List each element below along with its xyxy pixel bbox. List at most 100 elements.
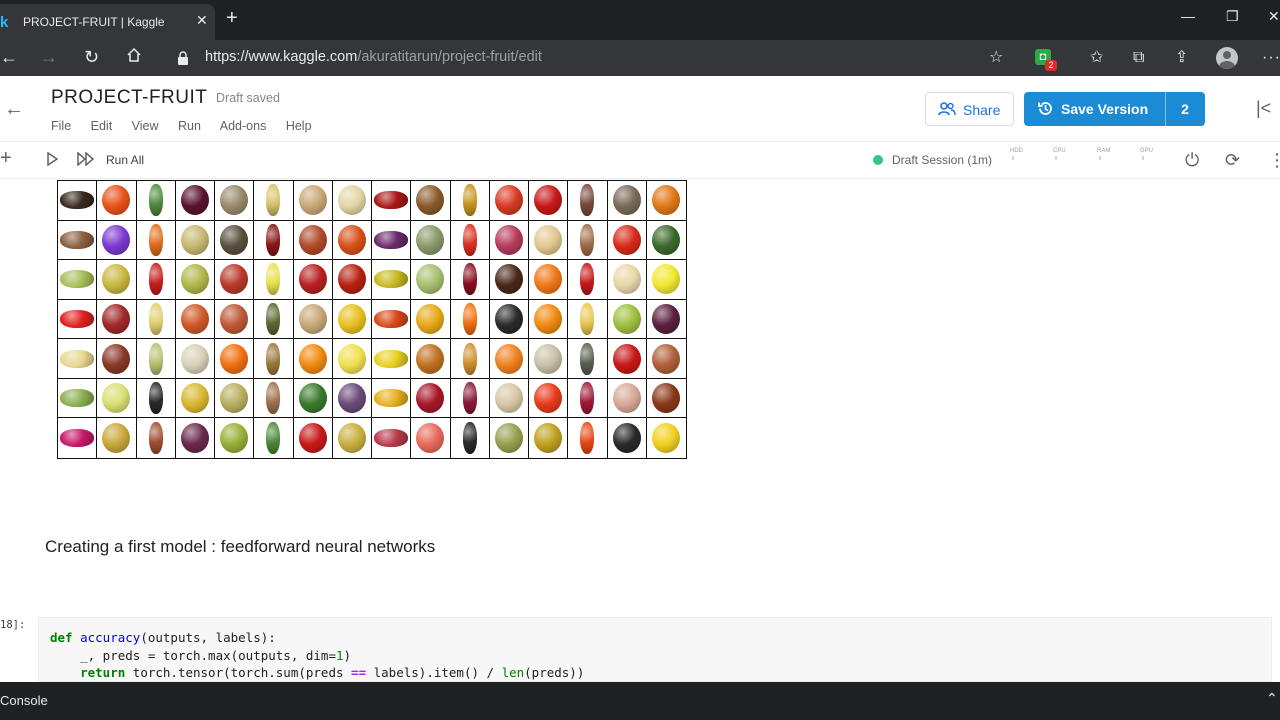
- menu-bar: File Edit View Run Add-ons Help: [51, 119, 328, 133]
- fruit-thumbnail: [180, 185, 209, 216]
- address-bar-row: ← → ↻ https://www.kaggle.com/akuratitaru…: [0, 40, 1280, 76]
- chevron-up-icon[interactable]: ⌃: [1266, 690, 1278, 707]
- collections-icon[interactable]: ⧉: [1133, 49, 1144, 67]
- fruit-image-cell: [215, 418, 255, 458]
- history-icon: [1037, 100, 1054, 122]
- fruit-image-cell: [137, 418, 176, 458]
- add-cell-icon[interactable]: +: [0, 148, 12, 168]
- fruit-image-cell: [489, 339, 529, 379]
- more-menu-icon[interactable]: ···: [1262, 49, 1280, 67]
- notebook-toolbar: + Run All Draft Session (1m) HDD CPU RAM…: [0, 142, 1280, 179]
- fruit-image-cell: [332, 378, 372, 419]
- fruit-image-cell: [607, 299, 647, 340]
- favorites-icon[interactable]: ✩: [1090, 49, 1103, 67]
- fruit-thumbnail: [298, 303, 327, 334]
- hdd-meter[interactable]: HDD: [1010, 147, 1023, 161]
- fruit-thumbnail: [266, 184, 281, 217]
- fruit-image-cell: [450, 220, 490, 261]
- fruit-thumbnail: [220, 343, 249, 374]
- console-bar[interactable]: Console ⌃: [0, 682, 1280, 720]
- code-editor[interactable]: def accuracy(outputs, labels): _, preds …: [50, 629, 584, 682]
- fruit-image-cell: [411, 378, 451, 419]
- ram-meter[interactable]: RAM: [1097, 147, 1110, 161]
- fruit-image-cell: [332, 260, 372, 300]
- fruit-thumbnail: [102, 264, 131, 295]
- home-icon[interactable]: [126, 47, 142, 67]
- run-all-icon[interactable]: [77, 151, 95, 171]
- session-status-dot: [873, 155, 883, 165]
- fruit-image-cell: [646, 221, 686, 261]
- fruit-thumbnail: [580, 382, 595, 415]
- fruit-thumbnail: [60, 429, 95, 448]
- cpu-meter[interactable]: CPU: [1053, 147, 1066, 161]
- fruit-image-cell: [529, 220, 569, 261]
- fruit-thumbnail: [462, 223, 477, 256]
- lock-icon[interactable]: [177, 51, 189, 70]
- close-tab-icon[interactable]: ✕: [196, 12, 208, 29]
- fruit-image-cell: [450, 378, 490, 419]
- fruit-thumbnail: [60, 230, 95, 249]
- fruit-thumbnail: [337, 383, 366, 414]
- version-count[interactable]: 2: [1165, 101, 1205, 117]
- fruit-thumbnail: [148, 342, 163, 375]
- console-label: Console: [0, 693, 48, 708]
- fruit-image-cell: [607, 181, 647, 221]
- gpu-meter[interactable]: GPU: [1140, 147, 1153, 161]
- run-cell-icon[interactable]: [46, 151, 59, 171]
- browser-tab[interactable]: k PROJECT-FRUIT | Kaggle ✕: [0, 4, 215, 40]
- fruit-image-cell: [372, 181, 412, 221]
- fruit-image-cell: [254, 220, 294, 261]
- fruit-thumbnail: [612, 264, 641, 295]
- menu-help[interactable]: Help: [286, 119, 312, 133]
- menu-addons[interactable]: Add-ons: [220, 119, 267, 133]
- fruit-thumbnail: [534, 185, 563, 216]
- reload-icon[interactable]: ↻: [84, 47, 99, 67]
- new-tab-button[interactable]: +: [226, 8, 238, 28]
- fruit-thumbnail: [534, 224, 563, 255]
- menu-view[interactable]: View: [132, 119, 159, 133]
- fruit-thumbnail: [220, 185, 249, 216]
- fruit-image-cell: [333, 418, 372, 458]
- forward-icon[interactable]: →: [40, 47, 58, 67]
- fruit-image-cell: [607, 339, 647, 379]
- power-icon[interactable]: ⏻: [1185, 150, 1199, 170]
- fruit-thumbnail: [652, 343, 681, 374]
- menu-edit[interactable]: Edit: [91, 119, 113, 133]
- profile-avatar[interactable]: [1216, 47, 1238, 69]
- collapse-panel-icon[interactable]: |<: [1256, 98, 1271, 119]
- fruit-thumbnail: [102, 303, 131, 334]
- share-page-icon[interactable]: ⇪: [1175, 49, 1188, 67]
- code-cell[interactable]: def accuracy(outputs, labels): _, preds …: [38, 617, 1272, 682]
- fruit-image-cell: [215, 181, 255, 221]
- back-arrow-icon[interactable]: ←: [4, 98, 24, 121]
- fruit-thumbnail: [534, 264, 563, 295]
- save-version-button[interactable]: Save Version 2: [1024, 92, 1205, 126]
- fruit-thumbnail: [148, 422, 163, 455]
- share-button[interactable]: Share: [925, 92, 1014, 126]
- restore-icon[interactable]: ❐: [1226, 8, 1239, 25]
- fruit-image-cell: [293, 339, 333, 379]
- fruit-image-cell: [372, 339, 412, 379]
- session-status[interactable]: Draft Session (1m): [892, 153, 992, 167]
- fruit-image-cell: [372, 260, 412, 300]
- fruit-thumbnail: [612, 185, 641, 216]
- fruit-thumbnail: [652, 224, 681, 255]
- url-field[interactable]: https://www.kaggle.com/akuratitarun/proj…: [205, 49, 542, 65]
- run-all-button[interactable]: Run All: [106, 153, 144, 167]
- close-window-icon[interactable]: ✕: [1268, 8, 1280, 25]
- more-options-icon[interactable]: ⋮: [1268, 150, 1280, 170]
- restart-icon[interactable]: ⟳: [1225, 150, 1240, 170]
- fruit-thumbnail: [580, 342, 595, 375]
- fruit-thumbnail: [60, 389, 95, 408]
- back-icon[interactable]: ←: [0, 47, 18, 67]
- ram-meter-label: RAM: [1097, 148, 1111, 154]
- notebook-title[interactable]: PROJECT-FRUIT: [51, 87, 207, 109]
- favorite-star-icon[interactable]: ☆: [989, 49, 1003, 67]
- fruit-image-cell: [293, 181, 333, 221]
- fruit-image-cell: [136, 339, 176, 379]
- fruit-thumbnail: [416, 185, 445, 216]
- menu-run[interactable]: Run: [178, 119, 201, 133]
- menu-file[interactable]: File: [51, 119, 71, 133]
- minimize-icon[interactable]: —: [1181, 8, 1195, 24]
- fruit-image-cell: [58, 220, 98, 261]
